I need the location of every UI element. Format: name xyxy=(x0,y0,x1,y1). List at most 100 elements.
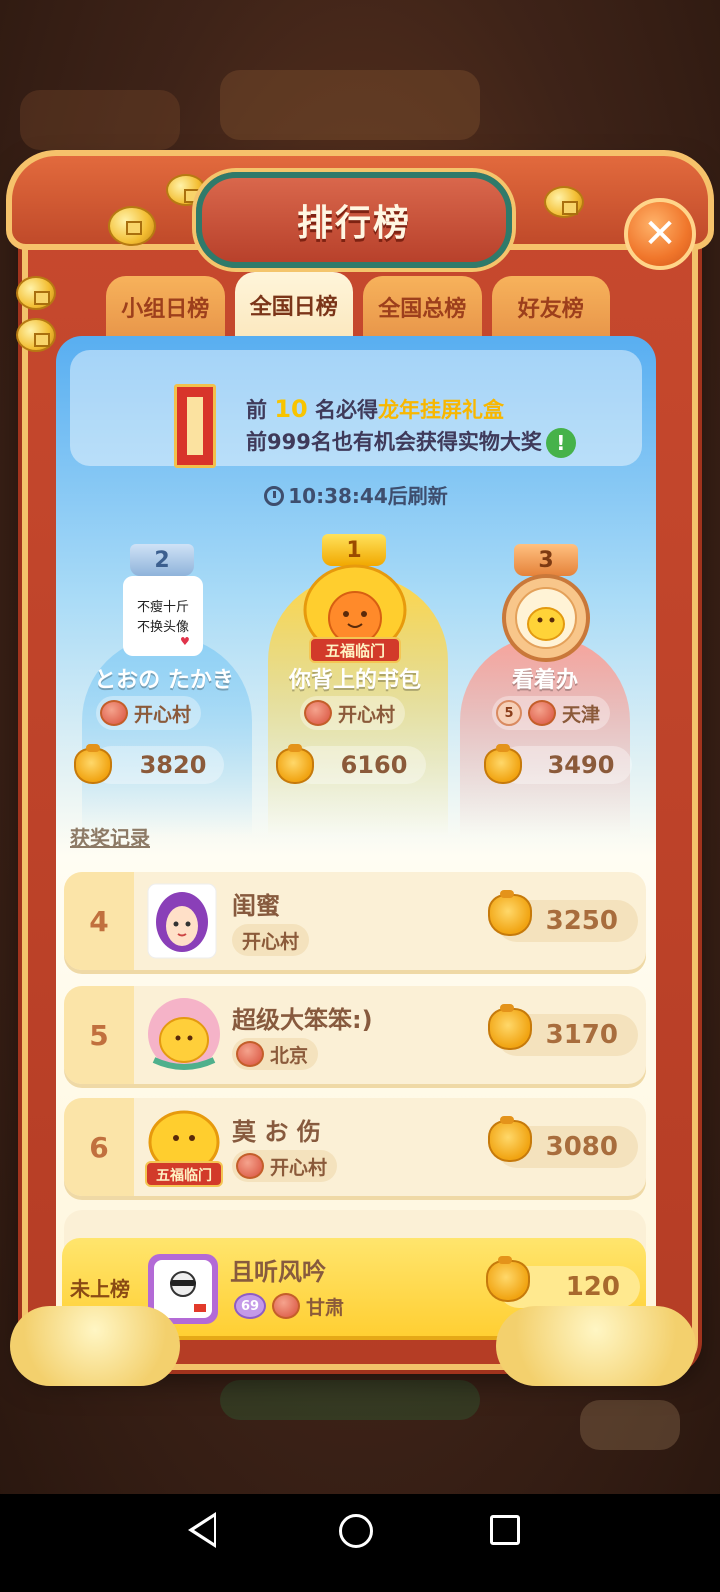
score-value: 3170 xyxy=(545,1020,618,1050)
prize-scroll-icon xyxy=(174,384,216,468)
refresh-suffix: 后刷新 xyxy=(387,484,448,508)
svg-text:不换头像: 不换头像 xyxy=(137,620,189,635)
player-name: 且听风吟 xyxy=(230,1258,326,1286)
money-bag-icon xyxy=(488,890,532,936)
award-history-link[interactable]: 获奖记录 xyxy=(70,822,150,851)
village-name: 开心村 xyxy=(338,703,396,726)
rank-number: 2 xyxy=(154,548,170,573)
lantern-icon xyxy=(100,700,128,726)
coin-icon xyxy=(108,206,156,246)
system-nav-bar xyxy=(0,1494,720,1592)
lantern-icon xyxy=(236,1153,264,1179)
banner-prize: 龙年挂屏礼盒 xyxy=(378,398,505,422)
money-bag-icon xyxy=(276,744,314,784)
lantern-icon xyxy=(528,700,556,726)
info-icon[interactable]: ! xyxy=(545,428,576,458)
cloud-decoration xyxy=(10,1306,180,1386)
title-plaque: 排行榜 xyxy=(196,172,512,268)
money-bag-icon xyxy=(74,744,112,784)
refresh-timer: 10:38:44后刷新 xyxy=(56,480,656,509)
svg-text:♥: ♥ xyxy=(180,635,190,648)
refresh-time: 10:38:44 xyxy=(288,484,388,508)
banner-line-1: 前 10 名必得龙年挂屏礼盒 xyxy=(246,394,504,424)
tab-label: 全国总榜 xyxy=(378,297,467,322)
score-value: 3250 xyxy=(545,906,618,936)
home-icon[interactable] xyxy=(339,1514,373,1548)
lantern-icon xyxy=(304,700,332,726)
village-tag: 北京 xyxy=(232,1038,319,1070)
tab-group-daily[interactable]: 小组日榜 xyxy=(106,276,225,338)
tab-national-daily[interactable]: 全国日榜 xyxy=(234,272,353,338)
money-bag-icon xyxy=(488,1116,532,1162)
banner-text: 前 xyxy=(246,398,275,422)
list-item[interactable]: 4 闺蜜 开心村 3250 xyxy=(64,872,646,970)
player-name: 你背上的书包 xyxy=(288,668,421,693)
banner-text: 前999名也有机会获得实物大奖 xyxy=(246,430,542,454)
lantern-icon xyxy=(236,1041,264,1067)
player-name: 莫 お 伤 xyxy=(232,1118,321,1146)
village-tag: 开心村 xyxy=(300,696,406,730)
coin-icon xyxy=(544,186,584,218)
tab-label: 全国日榜 xyxy=(249,295,338,320)
village-tag: 开心村 xyxy=(232,1150,338,1182)
list-item[interactable]: 5 超级大笨笨:) 北京 3170 xyxy=(64,986,646,1084)
village-name: 天津 xyxy=(562,703,601,726)
close-icon: ✕ xyxy=(643,211,677,257)
village-name: 北京 xyxy=(270,1044,309,1067)
avatar: 五福临门 xyxy=(145,1110,223,1187)
player-name: 超级大笨笨:) xyxy=(232,1006,373,1034)
score-value: 3080 xyxy=(545,1132,618,1162)
score-value: 120 xyxy=(565,1272,620,1302)
score-value: 6160 xyxy=(340,751,408,779)
chick-avatar-image[interactable]: 五福临门 xyxy=(290,560,420,664)
village-tag: 开心村 xyxy=(232,924,310,956)
coin-icon xyxy=(16,318,56,352)
avatar[interactable]: 不瘦十斤 不换头像 ♥ xyxy=(123,576,203,656)
money-bag-icon xyxy=(484,744,522,784)
avatar xyxy=(148,998,220,1070)
rank-number: 4 xyxy=(64,872,134,970)
crown-silver-icon: 2 xyxy=(130,532,194,576)
village-name: 甘肃 xyxy=(306,1296,345,1319)
player-name: とおの たかき xyxy=(94,668,234,693)
crown-bronze-icon: 3 xyxy=(514,532,578,576)
banner-line-2: 前999名也有机会获得实物大奖! xyxy=(246,426,576,458)
village-tag: 5 天津 xyxy=(492,696,611,730)
village-name: 开心村 xyxy=(270,1156,328,1179)
tab-bar: 小组日榜 全国日榜 全国总榜 好友榜 xyxy=(106,272,610,338)
reward-banner[interactable]: 前 10 名必得龙年挂屏礼盒 前999名也有机会获得实物大奖! xyxy=(70,350,642,468)
score-value: 3820 xyxy=(139,751,207,779)
back-icon[interactable] xyxy=(188,1512,216,1548)
cloud-decoration xyxy=(496,1306,696,1386)
avatar-banner-text: 五福临门 xyxy=(156,1167,212,1184)
village-tag: 开心村 xyxy=(96,696,202,730)
page-title: 排行榜 xyxy=(296,203,411,244)
village-name: 开心村 xyxy=(134,703,192,726)
avatar-banner-text: 五福临门 xyxy=(325,642,385,660)
village-tag: 69 甘肃 xyxy=(230,1290,354,1322)
rank-number: 6 xyxy=(64,1098,134,1196)
svg-text:不瘦十斤: 不瘦十斤 xyxy=(137,599,189,615)
recent-apps-icon[interactable] xyxy=(490,1515,520,1545)
handwritten-avatar-image: 不瘦十斤 不换头像 ♥ xyxy=(137,599,190,648)
lantern-icon xyxy=(272,1293,300,1319)
player-name: 闺蜜 xyxy=(232,892,280,920)
bear-avatar-image[interactable] xyxy=(500,572,592,664)
village-name: 开心村 xyxy=(242,930,300,953)
close-button[interactable]: ✕ xyxy=(624,198,696,270)
rank-number: 5 xyxy=(64,986,134,1084)
money-bag-icon xyxy=(486,1256,530,1302)
tab-national-total[interactable]: 全国总榜 xyxy=(363,276,482,338)
score-value: 3490 xyxy=(547,751,615,779)
list-item[interactable]: 6 五福临门 莫 お 伤 开心村 3080 xyxy=(64,1098,646,1196)
tab-label: 好友榜 xyxy=(517,297,584,322)
tab-friends[interactable]: 好友榜 xyxy=(491,276,610,338)
tab-label: 小组日榜 xyxy=(121,297,210,322)
player-name: 看着办 xyxy=(511,668,578,693)
level-badge: 69 xyxy=(234,1293,266,1319)
banner-number: 10 xyxy=(274,395,308,423)
leaderboard-panel: 前 10 名必得龙年挂屏礼盒 前999名也有机会获得实物大奖! 10:38:44… xyxy=(56,336,656,1336)
banner-text: 名必得 xyxy=(307,398,379,422)
coin-icon xyxy=(16,276,56,310)
avatar xyxy=(147,883,217,959)
